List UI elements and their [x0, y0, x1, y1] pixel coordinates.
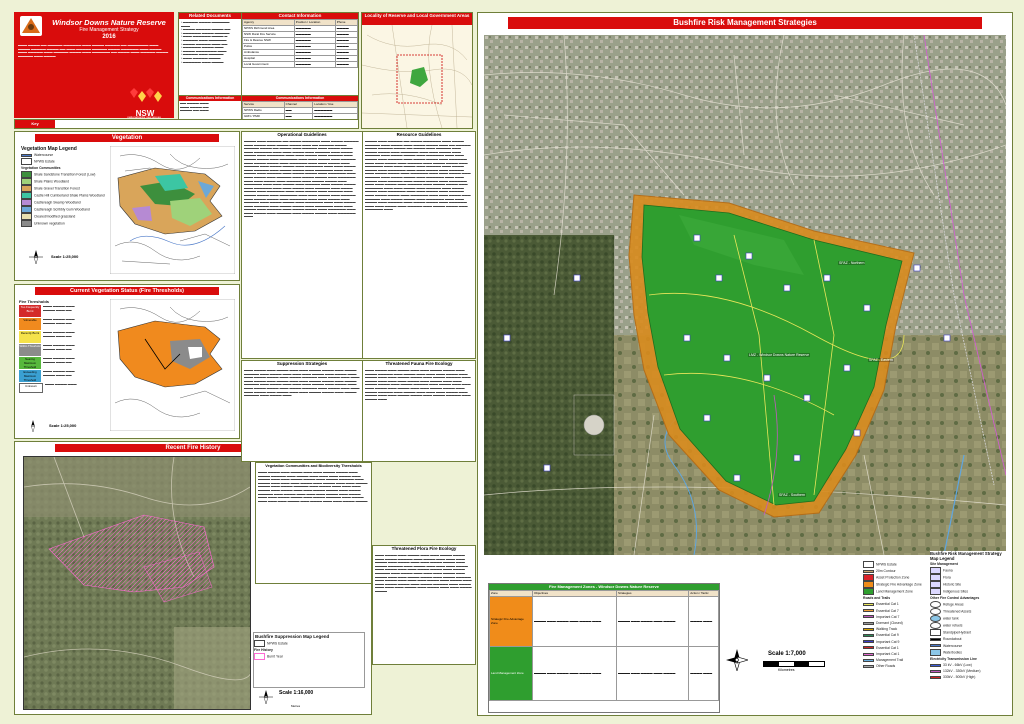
- threshold-row: Unknown ▬▬▬ ▬▬▬▬ ▬▬▬: [19, 382, 107, 393]
- communications-panel: Communications Information Service Channe…: [241, 95, 359, 121]
- locality-panel: Locality of Reserve and Local Government…: [361, 12, 473, 129]
- comm-table: Service Channel Location / Use NPWS Radio ▬…: [242, 101, 358, 120]
- thresholds-north-arrow: [27, 419, 39, 433]
- suppression-legend: Bushfire Suppression Map Legend NPWS Est…: [253, 632, 365, 688]
- header-panel: Windsor Downs Nature Reserve Fire Manage…: [14, 12, 174, 119]
- communications-panel-left: Communications Information ▬▬ ▬▬▬▬ ▬▬▬ ▬▬…: [178, 95, 242, 121]
- resource-guidelines-panel: Resource Guidelines ▬▬▬▬ ▬▬▬ ▬▬▬▬▬ ▬▬ ▬▬…: [362, 131, 476, 359]
- main-north-arrow: [726, 649, 750, 673]
- nsw-logo: NSW: [122, 88, 168, 118]
- zone-label-sfaz-south: SFAZ - Southern: [778, 493, 807, 497]
- contact-table: Agency Position / Location Phone NPWS Ri…: [242, 19, 359, 68]
- vegetation-title: Vegetation: [35, 134, 219, 142]
- thresholds-legend: Fire Thresholds Too Frequently Burnt ▬▬▬ …: [19, 299, 107, 393]
- fire-history-map: [23, 456, 251, 710]
- zone-cell-lmz: Land Management Zone: [489, 646, 533, 701]
- vegetation-north-arrow: [29, 250, 43, 265]
- zone-label-lmz: LMZ - Windsor Downs Nature Reserve: [748, 353, 811, 357]
- related-documents-list: • ▬▬▬▬▬ ▬▬▬▬ ▬▬▬▬▬▬ ▬▬▬ • ▬▬▬▬ ▬▬▬▬▬ ▬▬▬▬…: [181, 20, 231, 64]
- npws-logo: [20, 16, 42, 36]
- zones-legend: NPWS Estate 20m Contour Asset Protection…: [863, 561, 927, 711]
- suppression-scale: Scale 1:16,000: [279, 690, 314, 696]
- threatened-fauna-panel: Threatened Fauna Fire Ecology ▬▬▬ ▬▬▬▬ ▬…: [362, 360, 476, 462]
- main-scale-unit: Kilometres: [778, 668, 795, 672]
- fire-zone-table: Fire Management Zones - Windsor Downs Na…: [488, 583, 720, 713]
- operational-guidelines-text: ▬▬▬▬ ▬▬▬ ▬▬▬▬▬ ▬▬ ▬▬▬▬ ▬▬▬▬▬▬ ▬▬▬ ▬▬▬▬ ▬…: [244, 139, 359, 219]
- zone-label-sfaz-north: SFAZ - Northern: [838, 261, 866, 265]
- thresholds-panel: Current Vegetation Status (Fire Threshol…: [14, 284, 240, 439]
- threshold-row: Within Threshold ▬▬▬ ▬▬▬▬ ▬▬▬ ▬▬▬▬ ▬▬▬ ▬▬: [19, 343, 107, 356]
- threshold-row: Vulnerable ▬▬▬ ▬▬▬▬ ▬▬▬ ▬▬▬▬ ▬▬▬ ▬▬: [19, 317, 107, 330]
- main-scale: Scale 1:7,000: [768, 651, 806, 657]
- related-documents-panel: Related Documents • ▬▬▬▬▬ ▬▬▬▬ ▬▬▬▬▬▬ ▬▬…: [178, 12, 242, 96]
- zone-cell-sfaz: Strategic Fire Advantage Zone: [489, 596, 533, 647]
- thresholds-scale: Scale 1:25,000: [49, 423, 77, 428]
- key-title: Key: [15, 120, 55, 128]
- vegetation-map: [110, 146, 235, 274]
- key-panel: Key: [14, 119, 359, 129]
- risk-legend: Bushfire Risk Management Strategy Map Le…: [930, 551, 1008, 711]
- zone-label-sfaz-east: SFAZ - Eastern: [868, 358, 894, 362]
- suppression-scale-unit: Metres: [291, 704, 301, 708]
- resource-guidelines-text: ▬▬▬▬ ▬▬▬ ▬▬▬▬▬ ▬▬ ▬▬▬▬ ▬▬▬▬▬▬ ▬▬▬ ▬▬▬▬ ▬…: [365, 139, 471, 212]
- contact-agency: Local Government: [242, 61, 295, 68]
- suppression-north-arrow: [259, 690, 273, 705]
- threshold-row: Too Frequently Burnt ▬▬▬ ▬▬▬▬ ▬▬▬ ▬▬▬▬ ▬▬▬…: [19, 304, 107, 317]
- vegetation-scale: Scale 1:25,000: [51, 254, 79, 259]
- main-map: [484, 35, 1006, 555]
- locality-map: [362, 25, 472, 128]
- contact-panel: Contact Information Agency Position / Lo…: [241, 12, 359, 96]
- main-map-title: Bushfire Risk Management Strategies: [508, 17, 982, 29]
- veg-communities-title: Vegetation Communities and Biodiversity …: [256, 463, 371, 469]
- thresholds-map: [110, 299, 235, 431]
- page-year: 2016: [102, 34, 116, 40]
- main-scale-bar: [763, 661, 825, 667]
- page-title: Windsor Downs Nature Reserve: [52, 18, 166, 27]
- veg-communities-panel: Vegetation Communities and Biodiversity …: [255, 462, 372, 584]
- threatened-flora-panel: Threatened Flora Fire Ecology ▬▬▬ ▬▬▬▬ ▬…: [372, 545, 476, 665]
- threshold-row: Recently Burnt ▬▬▬ ▬▬▬▬ ▬▬▬ ▬▬▬▬ ▬▬▬ ▬▬: [19, 330, 107, 343]
- page-subtitle: Fire Management Strategy: [79, 27, 139, 33]
- thresholds-title: Current Vegetation Status (Fire Threshol…: [35, 287, 219, 295]
- intro-text: ▬▬▬ ▬▬▬▬ ▬▬ ▬▬▬▬▬ ▬▬▬▬▬▬ ▬▬▬ ▬▬▬▬ ▬▬▬▬▬ …: [18, 44, 169, 58]
- vegetation-panel: Vegetation Vegetation Map Legend Waterco…: [14, 131, 240, 281]
- legend-swatch: [21, 153, 32, 157]
- suppression-strategies-panel: Suppression Strategies ▬▬▬ ▬▬▬▬ ▬▬▬ ▬▬▬▬…: [241, 360, 363, 462]
- threshold-row: Exceeding Maximum Threshold ▬▬▬ ▬▬▬▬ ▬▬▬ ▬…: [19, 369, 107, 382]
- threshold-row: Nearing Maximum Threshold ▬▬▬ ▬▬▬▬ ▬▬▬ ▬▬▬…: [19, 356, 107, 369]
- vegetation-legend: Vegetation Map Legend Watercourse NPWS E…: [21, 146, 105, 228]
- locality-title: Locality of Reserve and Local Government…: [362, 13, 472, 25]
- operational-guidelines-panel: Operational Guidelines ▬▬▬▬ ▬▬▬ ▬▬▬▬▬ ▬▬…: [241, 131, 363, 359]
- main-map-panel: Bushfire Risk Management Strategies LMZ …: [477, 12, 1013, 716]
